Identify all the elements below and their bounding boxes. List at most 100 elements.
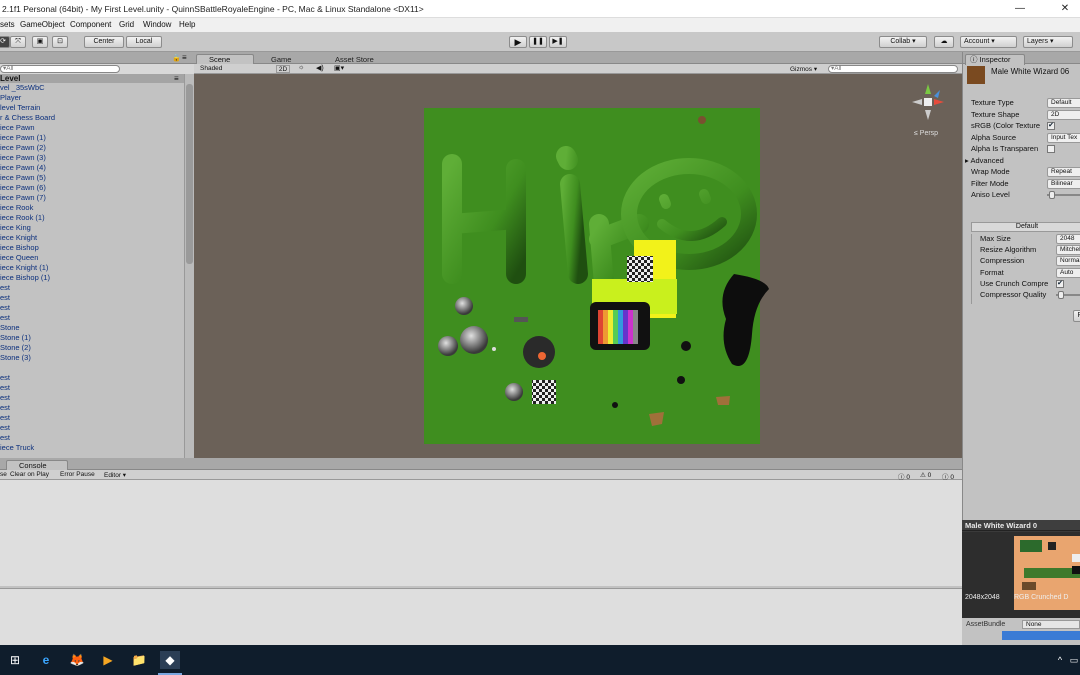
- rotate-tool-icon[interactable]: ⟳: [0, 36, 10, 48]
- hierarchy-item[interactable]: est: [0, 433, 10, 443]
- hierarchy-item[interactable]: iece Pawn (7): [0, 193, 46, 203]
- scene-menu-icon[interactable]: ≡: [174, 74, 179, 83]
- media-player-icon[interactable]: ▶: [98, 651, 118, 669]
- hierarchy-item[interactable]: Player: [0, 93, 21, 103]
- slider-thumb[interactable]: [1049, 191, 1055, 199]
- clear-on-play-button[interactable]: Clear on Play: [10, 471, 49, 478]
- setting-dropdown[interactable]: 2D: [1047, 109, 1080, 120]
- pivot-center-button[interactable]: Center: [84, 36, 124, 48]
- hierarchy-item[interactable]: vel _35sWbC: [0, 83, 45, 93]
- unity-icon[interactable]: ◆: [160, 651, 180, 669]
- hierarchy-item[interactable]: iece Truck: [0, 443, 34, 453]
- layers-dropdown[interactable]: Layers ▾: [1023, 36, 1073, 48]
- hierarchy-item[interactable]: est: [0, 413, 10, 423]
- platform-tab-default[interactable]: Default: [971, 222, 1080, 232]
- account-dropdown[interactable]: Account ▾: [960, 36, 1017, 48]
- console-detail-area[interactable]: [0, 588, 962, 645]
- scale-tool-icon[interactable]: ⤧: [10, 36, 26, 48]
- setting-dropdown[interactable]: Default: [1047, 98, 1080, 108]
- file-explorer-icon[interactable]: 📁: [129, 651, 149, 669]
- error-pause-button[interactable]: Error Pause: [60, 471, 95, 478]
- hierarchy-item[interactable]: iece Knight (1): [0, 263, 48, 273]
- menu-assets[interactable]: sets: [0, 20, 15, 29]
- hierarchy-item[interactable]: iece Pawn: [0, 123, 35, 133]
- assetbundle-dropdown[interactable]: None: [1022, 620, 1080, 629]
- hierarchy-item[interactable]: est: [0, 403, 10, 413]
- play-button[interactable]: ▶: [509, 36, 527, 48]
- shading-dropdown[interactable]: Shaded: [200, 65, 272, 73]
- panel-menu-icon[interactable]: ≡: [182, 53, 187, 62]
- firefox-icon[interactable]: 🦊: [67, 651, 87, 669]
- hierarchy-scroll-thumb[interactable]: [186, 84, 193, 264]
- start-icon[interactable]: ⊞: [5, 651, 25, 669]
- network-icon[interactable]: ▭: [1064, 651, 1080, 669]
- hierarchy-scrollbar[interactable]: [184, 74, 194, 458]
- hierarchy-item[interactable]: r & Chess Board: [0, 113, 55, 123]
- setting-dropdown[interactable]: Bilinear: [1047, 178, 1080, 189]
- slider-thumb[interactable]: [1058, 291, 1064, 299]
- hierarchy-item[interactable]: iece Pawn (1): [0, 133, 46, 143]
- hierarchy-item[interactable]: iece Pawn (4): [0, 163, 46, 173]
- hierarchy-item[interactable]: iece Rook (1): [0, 213, 45, 223]
- revert-button[interactable]: R: [1073, 310, 1080, 322]
- close-button[interactable]: ✕: [1045, 1, 1080, 17]
- hierarchy-item[interactable]: iece Pawn (3): [0, 153, 46, 163]
- setting-slider[interactable]: [1056, 291, 1080, 299]
- advanced-foldout[interactable]: ▸ Advanced: [965, 156, 1004, 165]
- lighting-icon[interactable]: ☼: [298, 64, 304, 71]
- hierarchy-item[interactable]: est: [0, 313, 10, 323]
- hierarchy-item[interactable]: iece Pawn (6): [0, 183, 46, 193]
- hierarchy-item[interactable]: Stone (2): [0, 343, 31, 353]
- setting-slider[interactable]: [1047, 191, 1080, 199]
- cloud-icon[interactable]: ☁: [934, 36, 954, 48]
- hierarchy-item[interactable]: est: [0, 283, 10, 293]
- hierarchy-item[interactable]: iece Pawn (5): [0, 173, 46, 183]
- assetbundle-variant-dropdown[interactable]: [1002, 631, 1080, 640]
- transform-tool-icon[interactable]: ⊡: [52, 36, 68, 48]
- console-log-area[interactable]: [0, 480, 962, 586]
- tab-inspector[interactable]: ⓘ Inspector: [965, 54, 1025, 65]
- hierarchy-item[interactable]: est: [0, 373, 10, 383]
- gizmos-dropdown[interactable]: Gizmos ▾: [790, 65, 817, 73]
- setting-dropdown[interactable]: Auto: [1056, 267, 1080, 278]
- orientation-gizmo[interactable]: [908, 80, 948, 124]
- hierarchy-item[interactable]: est: [0, 303, 10, 313]
- hierarchy-item[interactable]: iece Bishop: [0, 243, 39, 253]
- menu-grid[interactable]: Grid: [119, 20, 134, 29]
- edge-browser-icon[interactable]: e: [36, 651, 56, 669]
- hierarchy-item[interactable]: est: [0, 293, 10, 303]
- minimize-button[interactable]: —: [1000, 1, 1040, 17]
- collapse-button[interactable]: se: [0, 471, 7, 478]
- step-button[interactable]: ▶❚: [549, 36, 567, 48]
- audio-icon[interactable]: ◀): [316, 64, 324, 72]
- pivot-local-button[interactable]: Local: [126, 36, 162, 48]
- hierarchy-item[interactable]: Stone: [0, 323, 20, 333]
- lock-icon[interactable]: 🔒: [172, 54, 181, 62]
- setting-checkbox[interactable]: ✔: [1056, 279, 1064, 288]
- setting-dropdown[interactable]: Repeat: [1047, 167, 1080, 177]
- hierarchy-item[interactable]: iece Queen: [0, 253, 38, 263]
- scene-viewport[interactable]: ≤ Persp: [194, 74, 962, 458]
- hierarchy-item[interactable]: iece Bishop (1): [0, 273, 50, 283]
- menu-gameobject[interactable]: GameObject: [20, 20, 65, 29]
- mode-2d-toggle[interactable]: 2D: [276, 65, 290, 73]
- hierarchy-item[interactable]: iece Knight: [0, 233, 37, 243]
- hierarchy-item[interactable]: est: [0, 423, 10, 433]
- setting-checkbox[interactable]: ✔: [1047, 122, 1055, 130]
- menu-window[interactable]: Window: [143, 20, 171, 29]
- hierarchy-item[interactable]: est: [0, 393, 10, 403]
- hierarchy-item[interactable]: iece King: [0, 223, 31, 233]
- hierarchy-item[interactable]: Stone (1): [0, 333, 31, 343]
- scene-search-input[interactable]: ▾All: [828, 65, 958, 73]
- persp-label[interactable]: ≤ Persp: [914, 130, 938, 137]
- hierarchy-item[interactable]: iece Rook: [0, 203, 33, 213]
- menu-component[interactable]: Component: [70, 20, 111, 29]
- warning-count[interactable]: ⚠ 0: [920, 471, 931, 479]
- menu-help[interactable]: Help: [179, 20, 195, 29]
- texture-preview[interactable]: 2048x2048 RGB Crunched D: [962, 532, 1080, 618]
- pause-button[interactable]: ❚❚: [529, 36, 547, 48]
- editor-dropdown[interactable]: Editor ▾: [104, 471, 126, 479]
- setting-dropdown[interactable]: Mitchell: [1056, 245, 1080, 256]
- hierarchy-item[interactable]: Stone (3): [0, 353, 31, 363]
- hierarchy-item[interactable]: level Terrain: [0, 103, 40, 113]
